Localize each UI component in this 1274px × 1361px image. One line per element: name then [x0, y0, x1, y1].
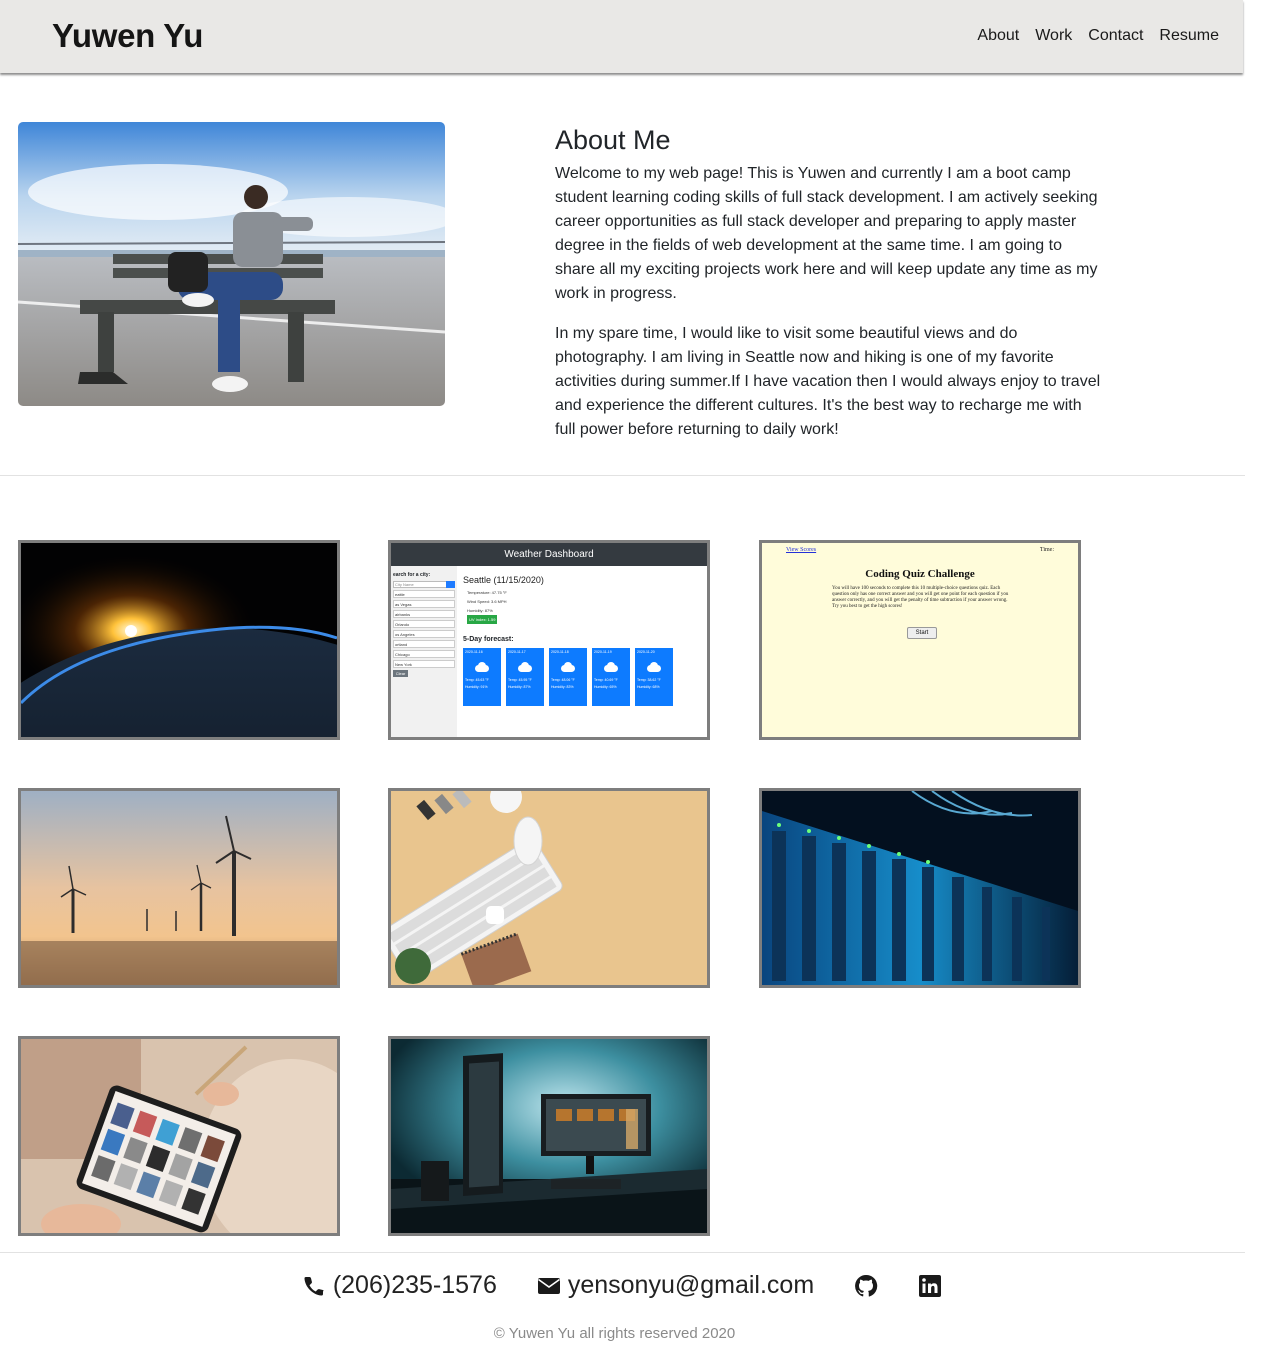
phone-number: (206)235-1576 [332, 1271, 497, 1299]
cloud-icon [473, 662, 491, 672]
brand-title[interactable]: Yuwen Yu [52, 17, 203, 55]
forecast-cards: 2020-11-16 Temp: 45.63 °F Humidity: 91% 20… [463, 648, 701, 706]
quiz-timer: Time: [1039, 547, 1054, 553]
coding-quiz-screenshot: View Scores Time: Coding Quiz Challenge … [762, 543, 1078, 737]
project-tile-server-rack[interactable] [759, 788, 1081, 988]
phone-contact[interactable]: (206)235-1576 [302, 1271, 497, 1300]
nav-link-about[interactable]: About [977, 27, 1019, 45]
quiz-description: You will have 100 seconds to complete th… [832, 586, 1009, 609]
cloud-icon [645, 662, 663, 672]
forecast-card: 2020-11-18 Temp: 48.06 °F Humidity: 83% [549, 648, 587, 706]
weather-dashboard-screenshot: Weather Dashboard earch for a city: City… [391, 543, 707, 737]
server-rack-image [762, 791, 1078, 985]
github-link[interactable] [854, 1274, 878, 1298]
about-section: About Me Welcome to my web page! This is… [555, 122, 1105, 458]
cloud-icon [559, 662, 577, 672]
project-tile-desk-keyboard[interactable] [388, 788, 710, 988]
envelope-icon [537, 1277, 560, 1294]
weather-main: Seattle (11/15/2020) Temperature: 47.75 … [463, 575, 701, 706]
about-paragraph-1: Welcome to my web page! This is Yuwen an… [555, 165, 1098, 302]
forecast-card: 2020-11-20 Temp: 38.62 °F Humidity: 68% [635, 648, 673, 706]
github-icon [855, 1274, 878, 1297]
profile-photo [18, 122, 445, 406]
weather-title: Weather Dashboard [391, 543, 707, 566]
linkedin-link[interactable] [918, 1274, 942, 1298]
main-nav: About Work Contact Resume [977, 27, 1219, 45]
project-tile-earth[interactable] [18, 540, 340, 740]
nav-link-resume[interactable]: Resume [1159, 27, 1219, 45]
city-item: ortland [393, 640, 455, 648]
city-item: as Vegas [393, 600, 455, 608]
view-scores-link: View Scores [786, 547, 817, 553]
city-item: New York [393, 660, 455, 668]
forecast-card: 2020-11-19 Temp: 40.69 °F Humidity: 65% [592, 648, 630, 706]
nav-link-contact[interactable]: Contact [1088, 27, 1143, 45]
city-item: Orlando [393, 620, 455, 628]
forecast-card: 2020-11-17 Temp: 45.95 °F Humidity: 87% [506, 648, 544, 706]
search-icon [446, 581, 455, 588]
tablet-image [21, 1039, 337, 1233]
weather-details: Temperature: 47.75 °F Wind Speed: 3.6 MP… [467, 590, 507, 624]
clear-button: Clear [393, 670, 408, 677]
quiz-start-button: Start [907, 627, 937, 639]
copyright-text: © Yuwen Yu all rights reserved 2020 [493, 1325, 736, 1342]
desk-setup-image [391, 1039, 707, 1233]
city-item: airbanks [393, 610, 455, 618]
desk-keyboard-image [391, 791, 707, 985]
wind-turbines-image [21, 791, 337, 985]
forecast-card: 2020-11-16 Temp: 45.63 °F Humidity: 91% [463, 648, 501, 706]
earth-sunrise-image [21, 543, 337, 737]
email-contact[interactable]: yensonyu@gmail.com [537, 1271, 814, 1300]
project-tile-desk-setup[interactable] [388, 1036, 710, 1236]
phone-icon [304, 1276, 324, 1296]
quiz-title: Coding Quiz Challenge [865, 568, 975, 580]
contact-bar: (206)235-1576 yensonyu@gmail.com [0, 1271, 1244, 1300]
forecast-title: 5-Day forecast: [463, 636, 514, 643]
section-divider [0, 475, 1245, 476]
weather-search-input: City Name [393, 581, 455, 588]
footer-divider [0, 1252, 1245, 1253]
uv-index-badge: UV Index: 1.59 [467, 615, 498, 624]
weather-sidebar: earch for a city: City Name eattle as Ve… [391, 566, 457, 737]
about-title: About Me [555, 125, 671, 155]
project-tile-coding-quiz[interactable]: View Scores Time: Coding Quiz Challenge … [759, 540, 1081, 740]
project-tile-wind-turbines[interactable] [18, 788, 340, 988]
cloud-icon [516, 662, 534, 672]
email-address: yensonyu@gmail.com [567, 1271, 815, 1299]
cloud-icon [602, 662, 620, 672]
city-item: os Angeles [393, 630, 455, 638]
project-tile-tablet[interactable] [18, 1036, 340, 1236]
project-tile-weather-dashboard[interactable]: Weather Dashboard earch for a city: City… [388, 540, 710, 740]
nav-link-work[interactable]: Work [1035, 27, 1072, 45]
city-item: Chicago [393, 650, 455, 658]
current-city: Seattle (11/15/2020) [463, 575, 544, 585]
weather-search-label: earch for a city: [393, 572, 431, 578]
about-paragraph-2: In my spare time, I would like to visit … [555, 325, 1101, 438]
city-item: eattle [393, 590, 455, 598]
navbar: Yuwen Yu About Work Contact Resume [0, 0, 1243, 73]
linkedin-icon [919, 1274, 942, 1297]
